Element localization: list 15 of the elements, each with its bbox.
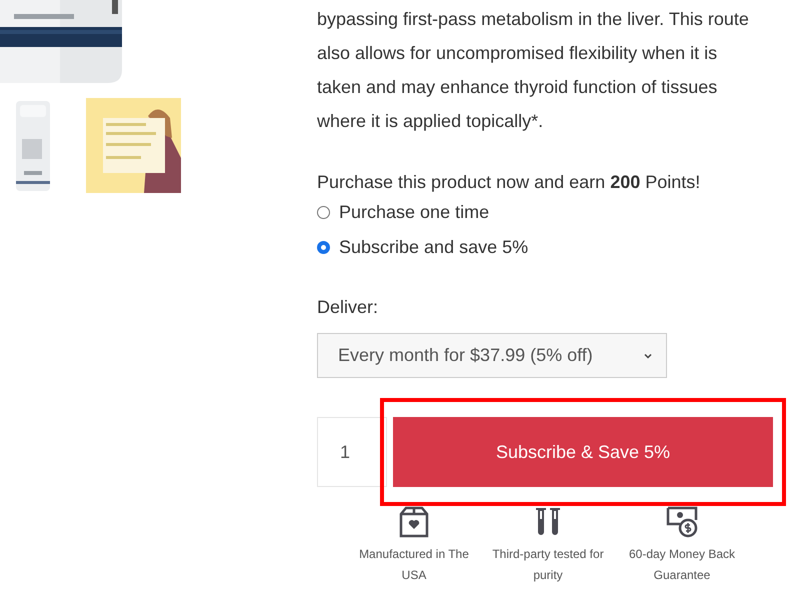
product-description: bypassing first-pass metabolism in the liver. This route also allows for uncompromised flexibility when it is taken and may enhance thyroid function of tissues where it is applied topically*.	[317, 8, 750, 133]
feature-label: Manufactured in The USA	[358, 546, 470, 584]
radio-button[interactable]	[317, 206, 330, 218]
points-note: Purchase this product now and earn 200 Points!	[317, 171, 702, 194]
money-coin-icon	[666, 506, 698, 538]
option-label: Subscribe and save 5%	[339, 236, 528, 259]
quantity-field[interactable]: 1	[317, 417, 387, 487]
box-heart-icon	[398, 506, 430, 538]
feature-label: Third-party tested for purity	[491, 546, 605, 584]
option-label: Purchase one time	[339, 201, 490, 224]
subscribe-button[interactable]: Subscribe & Save 5%	[393, 417, 773, 487]
radio-button[interactable]	[317, 240, 330, 254]
feature-label: 60-day Money Back Guarantee	[628, 546, 736, 584]
delivery-select[interactable]: Every month for $37.99 (5% off)	[317, 333, 667, 378]
deliver-label: Deliver:	[317, 296, 380, 319]
